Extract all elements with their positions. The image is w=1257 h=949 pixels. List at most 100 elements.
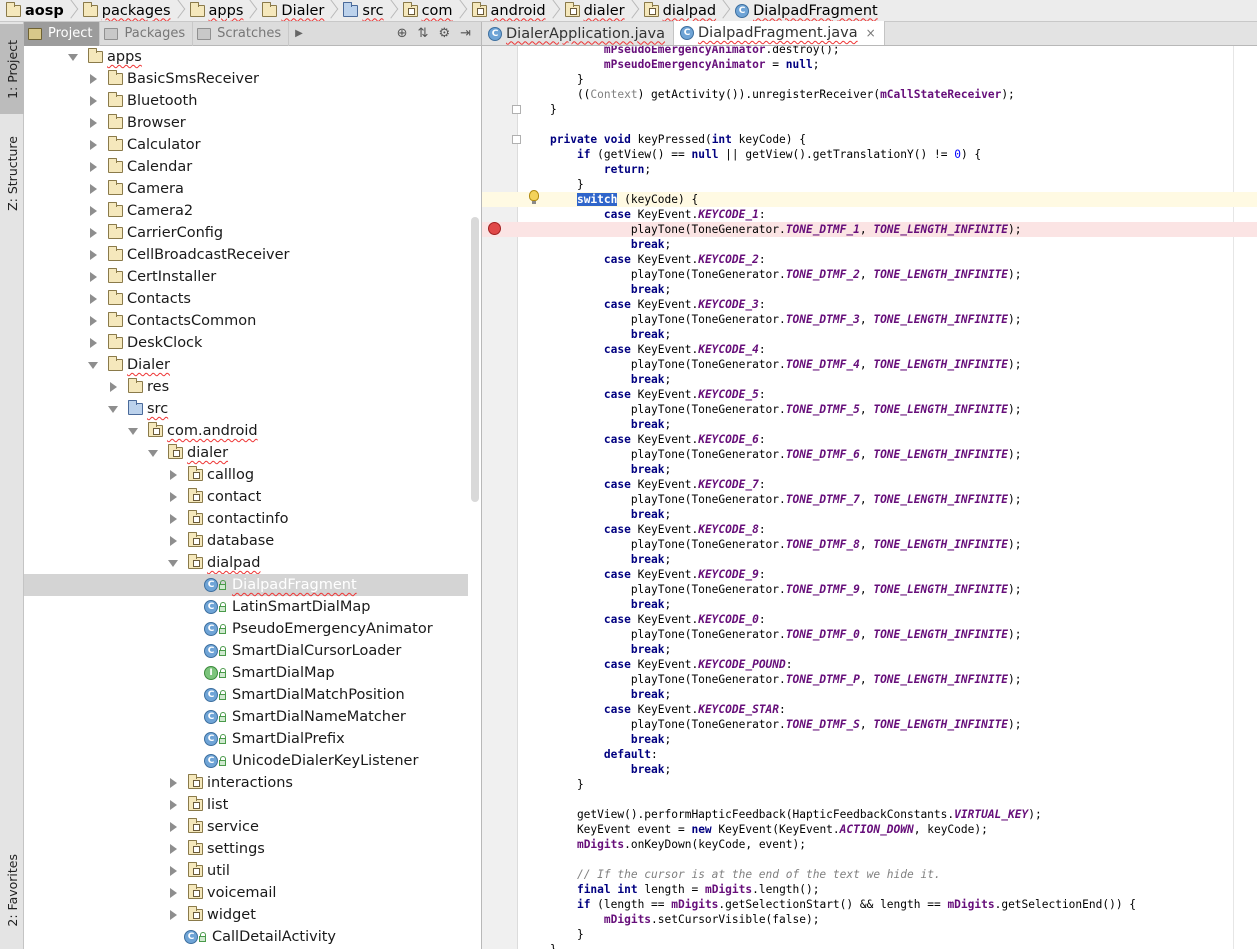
- code-line[interactable]: KeyEvent event = new KeyEvent(KeyEvent.A…: [482, 822, 1257, 837]
- code-line[interactable]: playTone(ToneGenerator.TONE_DTMF_2, TONE…: [482, 267, 1257, 282]
- tree-item[interactable]: contactinfo: [24, 508, 468, 530]
- breadcrumb-item[interactable]: dialpad: [643, 0, 735, 21]
- code-line[interactable]: // If the cursor is at the end of the te…: [482, 867, 1257, 882]
- breadcrumb-item[interactable]: Dialer: [262, 0, 343, 21]
- code-line[interactable]: playTone(ToneGenerator.TONE_DTMF_P, TONE…: [482, 672, 1257, 687]
- chevron-right-icon[interactable]: [88, 316, 98, 326]
- chevron-right-icon[interactable]: [88, 250, 98, 260]
- chevron-down-icon[interactable]: [148, 448, 158, 458]
- breadcrumb-item[interactable]: android: [471, 0, 565, 21]
- tree-item[interactable]: C SmartDialCursorLoader: [24, 640, 468, 662]
- gear-icon[interactable]: ⚙: [438, 26, 450, 41]
- tree-item[interactable]: dialpad: [24, 552, 468, 574]
- tree-item[interactable]: widget: [24, 904, 468, 926]
- editor-tab[interactable]: C DialerApplication.java: [482, 22, 674, 45]
- chevron-right-icon[interactable]: [168, 800, 178, 810]
- code-line[interactable]: break;: [482, 642, 1257, 657]
- code-line[interactable]: case KeyEvent.KEYCODE_5:: [482, 387, 1257, 402]
- scroll-from-source-icon[interactable]: ⊕: [397, 26, 408, 41]
- code-line[interactable]: if (length == mDigits.getSelectionStart(…: [482, 897, 1257, 912]
- code-line[interactable]: getView().performHapticFeedback(HapticFe…: [482, 807, 1257, 822]
- project-tool-tab[interactable]: 1: Project: [0, 24, 24, 114]
- tree-item[interactable]: C SmartDialMatchPosition: [24, 684, 468, 706]
- tree-item[interactable]: Bluetooth: [24, 90, 468, 112]
- chevron-right-icon[interactable]: [88, 118, 98, 128]
- tree-item[interactable]: C UnicodeDialerKeyListener: [24, 750, 468, 772]
- tree-item[interactable]: interactions: [24, 772, 468, 794]
- tree-item[interactable]: CellBroadcastReceiver: [24, 244, 468, 266]
- tree-item[interactable]: C LatinSmartDialMap: [24, 596, 468, 618]
- chevron-right-icon[interactable]: [168, 778, 178, 788]
- favorites-tool-tab[interactable]: 2: Favorites: [0, 840, 24, 940]
- close-icon[interactable]: ×: [866, 26, 876, 40]
- chevron-right-icon[interactable]: [108, 382, 118, 392]
- code-line[interactable]: case KeyEvent.KEYCODE_4:: [482, 342, 1257, 357]
- tree-item[interactable]: C SmartDialPrefix: [24, 728, 468, 750]
- tree-item[interactable]: service: [24, 816, 468, 838]
- code-line[interactable]: playTone(ToneGenerator.TONE_DTMF_4, TONE…: [482, 357, 1257, 372]
- chevron-right-icon[interactable]: [88, 338, 98, 348]
- tab-scratches[interactable]: Scratches: [193, 21, 290, 46]
- code-line[interactable]: playTone(ToneGenerator.TONE_DTMF_9, TONE…: [482, 582, 1257, 597]
- chevron-right-icon[interactable]: [88, 96, 98, 106]
- tree-item[interactable]: C CallDetailActivity: [24, 926, 468, 948]
- code-line[interactable]: case KeyEvent.KEYCODE_STAR:: [482, 702, 1257, 717]
- chevron-down-icon[interactable]: [68, 52, 78, 62]
- tab-packages[interactable]: Packages: [100, 21, 194, 46]
- code-editor[interactable]: mPseudoEmergencyAnimator.destroy(); mPse…: [482, 46, 1257, 949]
- code-line[interactable]: case KeyEvent.KEYCODE_9:: [482, 567, 1257, 582]
- chevron-down-icon[interactable]: [128, 426, 138, 436]
- project-tree-scrollbar[interactable]: [471, 217, 479, 502]
- code-line[interactable]: break;: [482, 327, 1257, 342]
- tree-item[interactable]: Browser: [24, 112, 468, 134]
- code-line[interactable]: break;: [482, 372, 1257, 387]
- code-line[interactable]: if (getView() == null || getView().getTr…: [482, 147, 1257, 162]
- hide-panel-icon[interactable]: ⇥: [460, 26, 471, 41]
- chevron-right-icon[interactable]: [168, 822, 178, 832]
- tree-item[interactable]: C SmartDialNameMatcher: [24, 706, 468, 728]
- tree-item[interactable]: util: [24, 860, 468, 882]
- tree-item[interactable]: Camera2: [24, 200, 468, 222]
- breadcrumb-item[interactable]: apps: [189, 0, 263, 21]
- code-line[interactable]: break;: [482, 417, 1257, 432]
- chevron-down-icon[interactable]: [168, 558, 178, 568]
- breadcrumb-item[interactable]: src: [343, 0, 402, 21]
- tree-item[interactable]: I SmartDialMap: [24, 662, 468, 684]
- code-line[interactable]: break;: [482, 732, 1257, 747]
- chevron-right-icon[interactable]: [168, 470, 178, 480]
- code-line[interactable]: final int length = mDigits.length();: [482, 882, 1257, 897]
- tree-item[interactable]: C PseudoEmergencyAnimator: [24, 618, 468, 640]
- tree-item[interactable]: res: [24, 376, 468, 398]
- chevron-right-icon[interactable]: [88, 140, 98, 150]
- breadcrumb-item[interactable]: packages: [82, 0, 190, 21]
- breakpoint-icon[interactable]: [488, 222, 501, 235]
- code-line[interactable]: [482, 117, 1257, 132]
- code-line[interactable]: }: [482, 927, 1257, 942]
- code-line[interactable]: return;: [482, 162, 1257, 177]
- code-line[interactable]: playTone(ToneGenerator.TONE_DTMF_5, TONE…: [482, 402, 1257, 417]
- code-line[interactable]: mDigits.setCursorVisible(false);: [482, 912, 1257, 927]
- code-line[interactable]: break;: [482, 762, 1257, 777]
- code-line[interactable]: break;: [482, 687, 1257, 702]
- code-line[interactable]: mDigits.onKeyDown(keyCode, event);: [482, 837, 1257, 852]
- code-line[interactable]: case KeyEvent.KEYCODE_2:: [482, 252, 1257, 267]
- tree-item[interactable]: ContactsCommon: [24, 310, 468, 332]
- code-line[interactable]: }: [482, 177, 1257, 192]
- chevron-right-icon[interactable]: [88, 294, 98, 304]
- tree-item[interactable]: BasicSmsReceiver: [24, 68, 468, 90]
- code-line[interactable]: playTone(ToneGenerator.TONE_DTMF_S, TONE…: [482, 717, 1257, 732]
- code-line[interactable]: case KeyEvent.KEYCODE_6:: [482, 432, 1257, 447]
- chevron-right-icon[interactable]: [88, 74, 98, 84]
- chevron-down-icon[interactable]: [108, 404, 118, 414]
- code-line[interactable]: ((Context) getActivity()).unregisterRece…: [482, 87, 1257, 102]
- breadcrumb-item[interactable]: dialer: [564, 0, 644, 21]
- code-line[interactable]: case KeyEvent.KEYCODE_7:: [482, 477, 1257, 492]
- tree-item[interactable]: Dialer: [24, 354, 468, 376]
- code-line[interactable]: case KeyEvent.KEYCODE_3:: [482, 297, 1257, 312]
- tree-item[interactable]: list: [24, 794, 468, 816]
- tree-item[interactable]: C DialpadFragment: [24, 574, 468, 596]
- code-line[interactable]: default:: [482, 747, 1257, 762]
- tree-item[interactable]: com.android: [24, 420, 468, 442]
- code-line[interactable]: mPseudoEmergencyAnimator = null;: [482, 57, 1257, 72]
- code-line[interactable]: playTone(ToneGenerator.TONE_DTMF_3, TONE…: [482, 312, 1257, 327]
